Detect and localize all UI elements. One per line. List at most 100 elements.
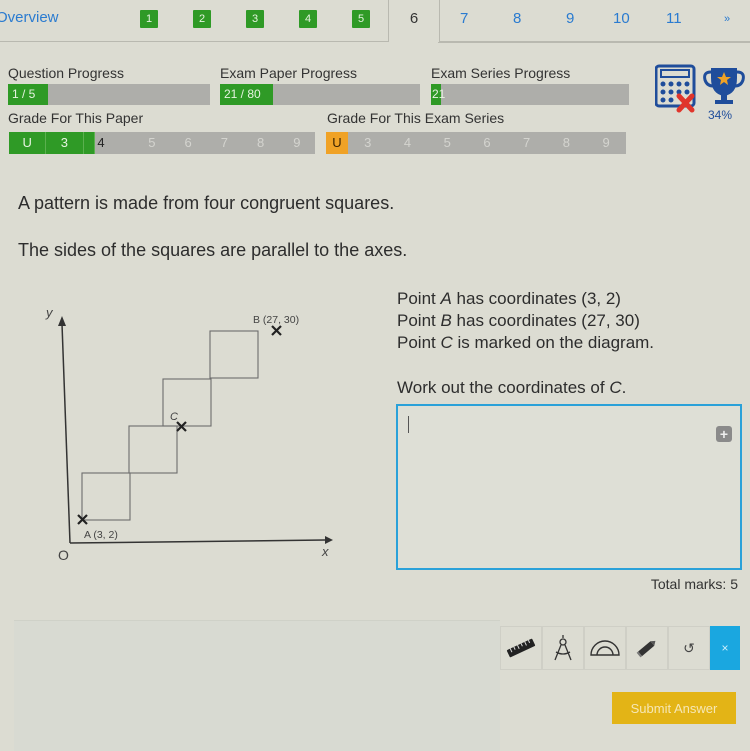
info-text: Point	[397, 333, 441, 352]
series-grade-5: 5	[443, 135, 451, 150]
expand-plus-icon[interactable]: +	[716, 426, 732, 442]
question-progress-bar: 1 / 5	[8, 84, 210, 105]
grade-series-label: Grade For This Exam Series	[327, 110, 505, 126]
status-icons	[655, 64, 745, 113]
current-tab-label: 6	[409, 10, 419, 27]
info-point: A	[440, 289, 452, 308]
info-text: Point	[397, 311, 441, 330]
question-link-8[interactable]: 8	[513, 10, 521, 27]
series-grade-u-current: U	[326, 132, 348, 154]
pencil-icon	[636, 640, 656, 658]
tab-current-question[interactable]: 6	[388, 0, 440, 42]
grade-paper-label: Grade For This Paper	[8, 110, 144, 126]
question-progress-label: Question Progress	[8, 65, 124, 81]
next-page-link[interactable]: »	[724, 13, 730, 25]
point-a-label: A (3, 2)	[84, 529, 118, 541]
compass-tool[interactable]	[542, 626, 584, 670]
square-1	[81, 472, 131, 521]
info-point: B	[440, 311, 452, 330]
prompt-text: Work out the coordinates of	[397, 378, 610, 397]
y-axis	[61, 323, 71, 544]
pencil-tool[interactable]	[626, 626, 668, 670]
question-navigation: Overview 1 2 3 4 5 6 7 8 9 10 11 »	[0, 0, 750, 43]
question-line-1: A pattern is made from four congruent sq…	[18, 193, 395, 213]
grade-8: 8	[256, 135, 265, 150]
series-grade-4: 4	[403, 135, 412, 150]
info-text: Point	[397, 289, 441, 308]
overview-link[interactable]: Overview	[0, 9, 59, 26]
series-grade-8: 8	[562, 135, 571, 150]
not-allowed-cross-icon	[676, 93, 695, 113]
total-marks: Total marks: 5	[650, 576, 738, 592]
y-axis-arrow-icon	[58, 316, 66, 326]
grade-paper-bar: U 3 4 5 6 7 8 9	[9, 132, 315, 154]
ruler-tool[interactable]	[500, 626, 542, 670]
point-c-info: Point C is marked on the diagram.	[397, 332, 654, 354]
grade-7: 7	[220, 135, 228, 150]
exam-paper-progress-label: Exam Paper Progress	[220, 65, 357, 81]
exam-paper-progress-bar: 21 / 80	[220, 84, 420, 105]
ruler-icon	[506, 638, 536, 658]
series-grade-7: 7	[523, 135, 531, 150]
point-a-info: Point A has coordinates (3, 2)	[397, 288, 654, 310]
origin-label: O	[58, 547, 69, 563]
grade-partial	[83, 132, 96, 154]
y-axis-label: y	[45, 305, 54, 320]
info-text: has coordinates (3, 2)	[451, 289, 621, 308]
grade-3: 3	[46, 132, 84, 154]
question-link-7[interactable]: 7	[460, 10, 468, 27]
series-grade-3: 3	[364, 135, 372, 150]
question-link-9[interactable]: 9	[566, 10, 574, 27]
undo-tool[interactable]: ↺	[668, 626, 710, 670]
question-tabs: 7 8 9 10 11 »	[438, 0, 750, 43]
point-b-marker	[271, 325, 282, 336]
answer-input[interactable]: +	[396, 404, 742, 570]
close-icon: ×	[721, 641, 729, 655]
trophy-icon	[703, 68, 745, 104]
trophy-percent: 34%	[708, 108, 733, 122]
compass-icon	[554, 635, 572, 661]
working-area[interactable]	[14, 620, 500, 751]
info-text: has coordinates (27, 30)	[451, 311, 640, 330]
question-progress-fill: 1 / 5	[8, 84, 49, 105]
point-b-label: B (27, 30)	[253, 314, 299, 326]
exam-paper-progress-fill: 21 / 80	[220, 84, 273, 105]
text-cursor	[408, 416, 409, 433]
exam-series-progress-label: Exam Series Progress	[431, 65, 571, 81]
tools-toolbar: ↺ ×	[500, 626, 740, 670]
question-prompt: Work out the coordinates of C.	[397, 378, 626, 398]
point-b-info: Point B has coordinates (27, 30)	[397, 310, 654, 332]
info-text: is marked on the diagram.	[452, 333, 655, 352]
info-point: C	[440, 333, 453, 352]
close-tool[interactable]: ×	[710, 626, 740, 670]
submit-answer-button[interactable]: Submit Answer	[612, 692, 736, 724]
question-button-5[interactable]: 5	[352, 10, 370, 28]
grade-series-bar: U 3 4 5 6 7 8 9	[326, 132, 626, 154]
protractor-icon	[590, 640, 620, 656]
question-line-2: The sides of the squares are parallel to…	[18, 240, 408, 260]
squares-diagram: y x O A (3, 2) B (27, 30) C	[45, 305, 333, 563]
series-grade-9: 9	[602, 135, 610, 150]
prompt-text: .	[621, 378, 627, 397]
x-axis-arrow-icon	[325, 536, 333, 544]
grade-5: 5	[148, 135, 156, 150]
exam-series-progress-bar: 21	[431, 84, 629, 105]
point-info: Point A has coordinates (3, 2) Point B h…	[397, 288, 654, 354]
grade-u: U	[9, 132, 47, 154]
question-link-10[interactable]: 10	[613, 10, 630, 27]
question-button-2[interactable]: 2	[193, 10, 211, 28]
exam-series-progress-fill: 21	[431, 84, 445, 105]
question-button-1[interactable]: 1	[140, 10, 158, 28]
grade-6: 6	[184, 135, 192, 150]
question-button-3[interactable]: 3	[246, 10, 264, 28]
square-2	[128, 425, 178, 474]
grade-9: 9	[293, 135, 301, 150]
point-c-label: C	[170, 411, 178, 423]
series-grade-6: 6	[483, 135, 491, 150]
grade-4-current: 4	[97, 135, 105, 150]
undo-icon: ↺	[683, 639, 695, 656]
protractor-tool[interactable]	[584, 626, 626, 670]
question-button-4[interactable]: 4	[299, 10, 317, 28]
question-link-11[interactable]: 11	[666, 10, 682, 27]
prompt-point: C	[609, 378, 622, 397]
